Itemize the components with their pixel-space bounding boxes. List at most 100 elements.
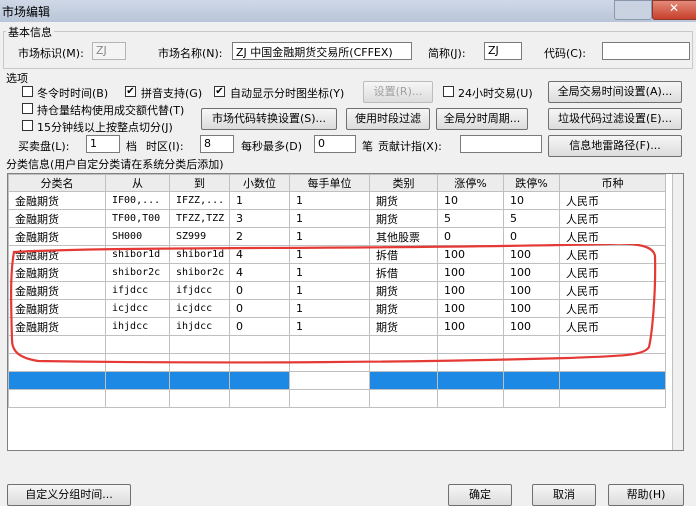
table-cell[interactable] (289, 389, 370, 408)
table-cell[interactable]: 3 (229, 209, 290, 228)
table-cell[interactable] (503, 389, 560, 408)
table-cell[interactable] (437, 389, 504, 408)
table-cell[interactable]: IFZZ,... (169, 191, 230, 210)
table-cell[interactable]: 其他股票 (369, 227, 438, 246)
close-button[interactable]: ✕ (652, 0, 696, 20)
table-row[interactable]: 金融期货 TF00,T00 TFZZ,TZZ 3 1 期货 5 5 人民币 (8, 209, 666, 228)
junk-filter-button[interactable]: 垃圾代码过滤设置(E)... (548, 108, 682, 130)
position-volume-checkbox[interactable] (22, 103, 33, 114)
column-header[interactable]: 类别 (369, 174, 438, 192)
table-cell[interactable]: 1 (289, 209, 370, 228)
market-id-field[interactable]: ZJ (92, 42, 126, 60)
empty-row[interactable] (8, 389, 666, 408)
table-row[interactable]: 金融期货 SH000 SZ999 2 1 其他股票 0 0 人民币 (8, 227, 666, 246)
auto-coord-label: 自动显示分时图坐标(Y) (230, 87, 345, 100)
table-cell[interactable] (289, 371, 370, 390)
column-header[interactable]: 从 (105, 174, 170, 192)
table-cell[interactable] (8, 371, 106, 390)
table-cell[interactable] (105, 371, 170, 390)
table-cell[interactable]: TFZZ,TZZ (169, 209, 230, 228)
table-cell[interactable]: 10 (503, 191, 560, 210)
15min-split-label: 15分钟线以上按整点切分(J) (37, 121, 173, 134)
contribution-field[interactable] (460, 135, 542, 153)
winter-time-checkbox[interactable] (22, 86, 33, 97)
table-cell[interactable]: SZ999 (169, 227, 230, 246)
table-cell[interactable]: 期货 (369, 191, 438, 210)
table-cell[interactable] (559, 371, 666, 390)
pinyin-checkbox[interactable]: ✔ (125, 86, 136, 97)
table-cell[interactable]: 5 (503, 209, 560, 228)
short-name-field[interactable]: ZJ (484, 42, 522, 60)
table-cell[interactable] (8, 389, 106, 408)
table-cell[interactable]: 金融期货 (8, 209, 106, 228)
info-mine-button[interactable]: 信息地雷路径(F)... (548, 135, 682, 157)
market-name-field[interactable]: ZJ 中国金融期货交易所(CFFEX) (232, 42, 412, 60)
time-filter-button[interactable]: 使用时段过滤 (346, 108, 430, 130)
table-cell[interactable] (229, 389, 290, 408)
column-header[interactable]: 币种 (559, 174, 666, 192)
table-cell[interactable]: IF00,... (105, 191, 170, 210)
maximize-button[interactable] (614, 0, 652, 20)
table-cell[interactable] (229, 371, 290, 390)
market-name-label: 市场名称(N): (158, 47, 223, 60)
auto-coord-checkbox[interactable]: ✔ (214, 86, 225, 97)
table-cell[interactable] (503, 371, 560, 390)
timezone-field[interactable]: 8 (200, 135, 234, 153)
cancel-button[interactable]: 取消 (532, 484, 596, 506)
custom-group-time-button[interactable]: 自定义分组时间... (7, 484, 131, 506)
ok-button[interactable]: 确定 (448, 484, 512, 506)
help-button[interactable]: 帮助(H) (608, 484, 684, 506)
table-cell[interactable]: 人民币 (559, 191, 666, 210)
table-cell[interactable] (169, 389, 230, 408)
vertical-scrollbar[interactable] (672, 174, 683, 450)
table-cell[interactable] (559, 389, 666, 408)
column-header[interactable]: 跌停% (503, 174, 560, 192)
table-cell[interactable]: 0 (437, 227, 504, 246)
column-header[interactable]: 涨停% (437, 174, 504, 192)
code-field[interactable] (602, 42, 690, 60)
close-icon: ✕ (669, 1, 680, 15)
column-header[interactable]: 每手单位 (289, 174, 370, 192)
15min-split-checkbox[interactable] (22, 120, 33, 131)
global-trade-time-button[interactable]: 全局交易时间设置(A)... (548, 81, 682, 103)
column-header[interactable]: 小数位 (229, 174, 290, 192)
column-header[interactable]: 到 (169, 174, 230, 192)
table-cell[interactable]: 1 (229, 191, 290, 210)
position-volume-label: 持仓量结构使用成交额代替(T) (37, 104, 185, 117)
table-cell[interactable] (105, 389, 170, 408)
check-icon: ✔ (215, 86, 224, 97)
contribution-label: 贡献计指(X): (378, 140, 442, 153)
market-id-label: 市场标识(M): (18, 47, 84, 60)
code-convert-button[interactable]: 市场代码转换设置(S)... (201, 108, 337, 130)
empty-row[interactable] (8, 371, 666, 390)
table-cell[interactable]: 0 (503, 227, 560, 246)
table-row[interactable]: 金融期货 IF00,... IFZZ,... 1 1 期货 10 10 人民币 (8, 191, 666, 210)
table-cell[interactable] (369, 371, 438, 390)
table-cell[interactable]: 人民币 (559, 209, 666, 228)
buysell-field[interactable]: 1 (86, 135, 120, 153)
table-cell[interactable]: 10 (437, 191, 504, 210)
table-cell[interactable]: 金融期货 (8, 191, 106, 210)
global-period-button[interactable]: 全局分时周期... (436, 108, 528, 130)
table-cell[interactable]: 期货 (369, 209, 438, 228)
table-cell[interactable] (437, 371, 504, 390)
table-cell[interactable] (169, 371, 230, 390)
table-cell[interactable] (369, 389, 438, 408)
table-cell[interactable]: TF00,T00 (105, 209, 170, 228)
annotation-stroke (10, 244, 657, 364)
per-second-field[interactable]: 0 (314, 135, 356, 153)
column-header[interactable]: 分类名 (8, 174, 106, 192)
table-cell[interactable]: 1 (289, 191, 370, 210)
table-cell[interactable]: 金融期货 (8, 227, 106, 246)
table-cell[interactable]: 1 (289, 227, 370, 246)
24h-trading-checkbox[interactable] (443, 86, 454, 97)
settings-button[interactable]: 设置(R)... (363, 81, 433, 103)
table-cell[interactable]: 5 (437, 209, 504, 228)
table-cell[interactable]: 2 (229, 227, 290, 246)
per-second-label: 每秒最多(D) (241, 140, 303, 153)
24h-trading-label: 24小时交易(U) (458, 87, 533, 100)
options-label: 选项 (6, 72, 28, 85)
table-cell[interactable]: SH000 (105, 227, 170, 246)
category-label: 分类信息(用户自定分类请在系统分类后添加) (6, 158, 224, 171)
table-cell[interactable]: 人民币 (559, 227, 666, 246)
